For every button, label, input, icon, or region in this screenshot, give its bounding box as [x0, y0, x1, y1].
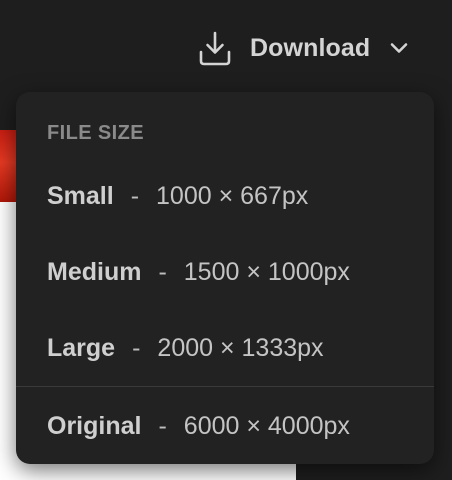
item-dimensions: 1500 × 1000px	[183, 257, 350, 286]
menu-item-medium[interactable]: Medium - 1500 × 1000px	[47, 252, 350, 292]
item-name: Original	[47, 411, 142, 440]
item-dimensions: 1000 × 667px	[156, 181, 309, 210]
item-name: Medium	[47, 257, 142, 286]
menu-item-large[interactable]: Large - 2000 × 1333px	[47, 328, 324, 368]
item-dimensions: 6000 × 4000px	[183, 411, 350, 440]
item-separator: -	[158, 411, 167, 440]
menu-item-small[interactable]: Small - 1000 × 667px	[47, 176, 308, 216]
item-name: Small	[47, 181, 114, 210]
background-photo	[0, 130, 16, 202]
item-dimensions: 2000 × 1333px	[157, 333, 324, 362]
menu-item-original[interactable]: Original - 6000 × 4000px	[47, 406, 350, 446]
download-label: Download	[250, 33, 371, 62]
download-button[interactable]: Download	[196, 26, 434, 70]
item-separator: -	[130, 181, 140, 210]
item-name: Large	[47, 333, 116, 362]
file-size-menu: FILE SIZE Small - 1000 × 667px Medium - …	[16, 92, 434, 464]
menu-heading: FILE SIZE	[47, 122, 144, 144]
chevron-down-icon	[390, 43, 408, 53]
download-icon	[199, 31, 231, 66]
item-separator: -	[132, 333, 141, 362]
item-separator: -	[158, 257, 167, 286]
menu-divider	[16, 386, 434, 387]
